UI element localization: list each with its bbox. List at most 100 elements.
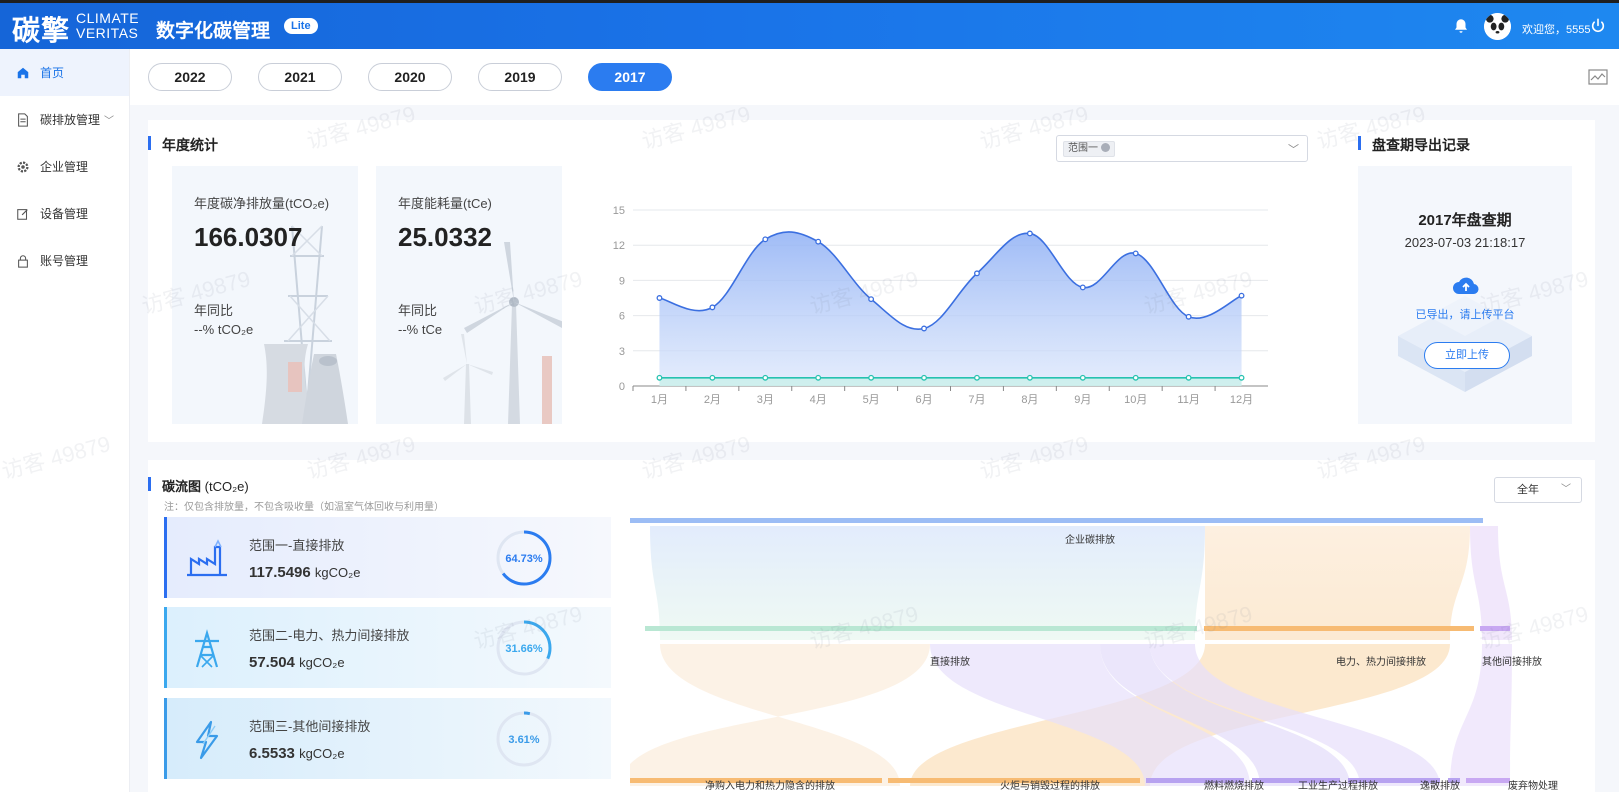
scope3-unit: kgCO₂e (299, 746, 345, 761)
lite-badge: Lite (284, 18, 318, 34)
sankey-node-direct[interactable] (645, 626, 1197, 631)
scope3-card: 范围三-其他间接排放 6.5533 kgCO₂e 3.61% (164, 698, 611, 779)
sidebar: 首页 碳排放管理 ﹀ 企业管理 设备管理 账号管理 (0, 49, 130, 792)
sidebar-item-company[interactable]: 企业管理 (0, 143, 129, 190)
data-point[interactable] (974, 270, 980, 277)
scope1-percent-ring: 64.73% (496, 530, 552, 586)
scope-filter-select[interactable]: 范围一 ﹀ (1056, 135, 1308, 162)
scope2-card: 范围二-电力、热力间接排放 57.504 kgCO₂e 31.66% (164, 607, 611, 688)
data-point[interactable] (1026, 374, 1033, 381)
flow-root-to-direct (650, 526, 1205, 640)
carbon-yoy-value: --% tCO₂e (194, 322, 254, 337)
scope2-unit: kgCO₂e (299, 655, 345, 670)
sankey-node-indirect[interactable] (1204, 626, 1474, 631)
export-period-title: 2017年盘查期 (1418, 212, 1512, 229)
carbon-emission-value: 166.0307 (194, 222, 303, 252)
data-point[interactable] (1238, 292, 1245, 299)
sankey-label-root: 企业碳排放 (1065, 535, 1115, 546)
carbon-sankey-diagram: 企业碳排放 直接排放 电力、热力间接排放 其他间接排放 净购入电力和热力隐含的排… (630, 518, 1560, 792)
year-button-2022[interactable]: 2022 (148, 63, 232, 91)
avatar[interactable] (1484, 13, 1511, 40)
sankey-node-waste[interactable] (1466, 778, 1510, 783)
data-point[interactable] (1132, 250, 1139, 257)
tag-close-icon[interactable] (1101, 143, 1110, 152)
sankey-label-fuel: 燃料燃烧排放 (1204, 781, 1264, 792)
data-point[interactable] (1238, 374, 1245, 381)
data-point[interactable] (1079, 284, 1086, 291)
sidebar-item-label: 设备管理 (40, 207, 89, 221)
series-area (659, 377, 1242, 386)
data-point[interactable] (815, 238, 822, 245)
data-point[interactable] (762, 374, 769, 381)
ring-percent-label: 3.61% (508, 734, 539, 746)
energy-yoy-value: --% tCe (398, 322, 443, 337)
sankey-node-root[interactable] (630, 518, 1483, 523)
logo-en: CLIMATE VERITAS (76, 11, 139, 41)
y-tick-label: 0 (619, 381, 625, 393)
flow-root-to-indirect (1205, 526, 1470, 640)
carbon-flow-unit: (tCO₂e) (204, 479, 249, 494)
bell-icon[interactable] (1452, 17, 1470, 35)
data-point[interactable] (815, 374, 822, 381)
year-selector: 2022 2021 2020 2019 2017 (130, 49, 1619, 105)
sidebar-item-label: 企业管理 (40, 160, 89, 174)
data-point[interactable] (762, 236, 769, 243)
export-time: 2023-07-03 21:18:17 (1404, 235, 1526, 250)
flow-direct-to-flare (630, 644, 930, 786)
line-chart-icon[interactable] (1588, 69, 1608, 85)
sankey-label-other: 其他间接排放 (1482, 657, 1542, 668)
data-point[interactable] (1079, 374, 1086, 381)
data-point[interactable] (656, 295, 663, 301)
data-point[interactable] (1185, 313, 1192, 320)
scope1-card: 范围一-直接排放 117.5496 kgCO₂e 64.73% (164, 517, 611, 598)
sidebar-item-account[interactable]: 账号管理 (0, 237, 129, 284)
period-select[interactable]: 全年 ﹀ (1494, 477, 1582, 503)
sidebar-item-home[interactable]: 首页 (0, 49, 129, 96)
sankey-label-indirect: 电力、热力间接排放 (1336, 657, 1426, 668)
sidebar-item-label: 账号管理 (40, 254, 89, 268)
data-point[interactable] (868, 374, 875, 381)
scope2-value-number: 57.504 (249, 654, 295, 671)
logo-cn: 碳擎 (12, 14, 71, 47)
scope2-percent-ring: 31.66% (496, 620, 552, 676)
panda-avatar-icon (1484, 13, 1511, 40)
data-point[interactable] (709, 374, 716, 381)
sankey-label-waste: 废弃物处理 (1508, 781, 1558, 792)
carbon-flow-note: 注：仅包含排放量，不包含吸收量（如温室气体回收与利用量） (164, 502, 444, 513)
sankey-label-flare: 火炬与销毁过程的排放 (1000, 781, 1100, 792)
data-point[interactable] (974, 374, 980, 381)
logo-en-line2: VERITAS (76, 25, 139, 41)
data-point[interactable] (1132, 374, 1139, 381)
scope2-value: 57.504 kgCO₂e (249, 654, 345, 671)
data-point[interactable] (656, 374, 663, 381)
sidebar-item-label: 首页 (40, 66, 65, 80)
document-icon (18, 112, 28, 127)
logout-icon[interactable] (1590, 18, 1606, 34)
lock-icon (18, 254, 28, 268)
scope-filter-tag[interactable]: 范围一 (1063, 141, 1115, 157)
year-button-2021[interactable]: 2021 (258, 63, 342, 91)
sankey-label-purchased: 净购入电力和热力隐含的排放 (705, 781, 835, 792)
data-point[interactable] (1026, 230, 1033, 237)
ring-percent-label: 64.73% (505, 553, 543, 565)
carbon-emission-label: 年度碳净排放量(tCO₂e) (194, 196, 330, 211)
home-icon (17, 67, 29, 78)
upload-now-button[interactable]: 立即上传 (1424, 342, 1510, 369)
x-tick-label: 3月 (757, 394, 774, 406)
scope3-value-number: 6.5533 (249, 745, 295, 762)
data-point[interactable] (709, 304, 716, 311)
year-button-2019[interactable]: 2019 (478, 63, 562, 91)
data-point[interactable] (921, 374, 927, 381)
data-point[interactable] (921, 325, 927, 332)
data-point[interactable] (1185, 374, 1192, 381)
sidebar-item-device[interactable]: 设备管理 (0, 190, 129, 237)
sankey-node-other[interactable] (1480, 626, 1510, 631)
year-button-2020[interactable]: 2020 (368, 63, 452, 91)
data-point[interactable] (868, 296, 875, 303)
y-tick-label: 9 (619, 275, 625, 287)
export-status: 已导出，请上传平台 (1415, 309, 1515, 321)
year-button-2017[interactable]: 2017 (588, 63, 672, 91)
x-tick-label: 11月 (1177, 394, 1199, 406)
sidebar-item-carbon-emission[interactable]: 碳排放管理 ﹀ (0, 96, 129, 143)
x-tick-label: 5月 (863, 394, 880, 406)
